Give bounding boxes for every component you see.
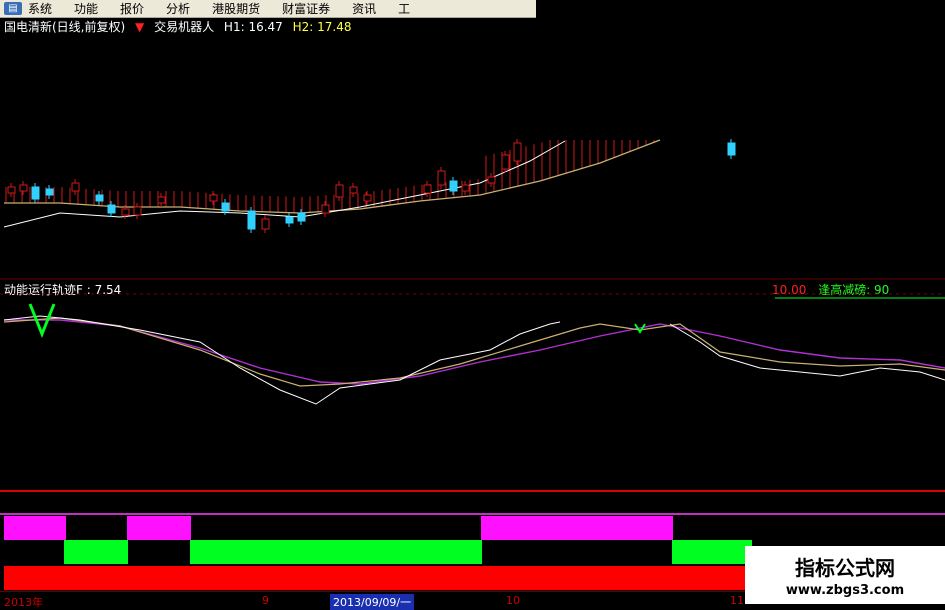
- stock-title[interactable]: 国电清新(日线,前复权): [4, 20, 125, 34]
- candle-body: [335, 184, 344, 198]
- menu-item-news[interactable]: 资讯: [352, 0, 376, 17]
- indicator-line-purple: [4, 319, 945, 385]
- candle-body: [107, 204, 116, 214]
- signal-bar-green-1: [64, 540, 128, 564]
- candle-body: [321, 204, 330, 214]
- axis-label-9: 9: [262, 594, 269, 607]
- indicator-line-white: [3, 315, 561, 405]
- candle-body: [297, 212, 306, 222]
- candlestick-chart[interactable]: [0, 35, 945, 280]
- candle-body: [461, 184, 470, 192]
- chart-info-line: 国电清新(日线,前复权) ▼ 交易机器人 H1: 16.47 H2: 17.48: [4, 18, 358, 34]
- candle-body: [423, 184, 432, 194]
- candle-body: [221, 202, 230, 212]
- candle-body: [133, 206, 142, 216]
- price-trend-line: [3, 140, 566, 228]
- indicator-chart[interactable]: [0, 280, 945, 490]
- indicator-line-yellow: [3, 317, 945, 387]
- axis-label-11: 11: [730, 594, 744, 607]
- candle-body: [487, 176, 496, 184]
- signal-bar-green-3: [672, 540, 752, 564]
- menu-item-function[interactable]: 功能: [74, 0, 98, 17]
- candle-body: [71, 182, 80, 192]
- candle-body: [19, 184, 28, 192]
- candle-body: [157, 196, 166, 204]
- candle-body: [95, 194, 104, 202]
- menu-item-system[interactable]: 系统: [28, 0, 52, 17]
- candle-body: [121, 208, 130, 216]
- candle-body: [449, 180, 458, 192]
- indicator-line-white-2: [669, 323, 945, 381]
- signal-bar-green-2: [190, 540, 482, 564]
- candle-body: [31, 186, 40, 200]
- menu-item-hk-futures[interactable]: 港股期货: [212, 0, 260, 17]
- signal-bar-pink-1: [4, 516, 66, 540]
- axis-label-year: 2013年: [4, 596, 43, 609]
- axis-label-cursor-date: 2013/09/09/一: [330, 594, 415, 610]
- menu-item-quote[interactable]: 报价: [120, 0, 144, 17]
- candle-body: [437, 170, 446, 186]
- signal-line-magenta: [0, 513, 945, 515]
- axis-label-10: 10: [506, 594, 520, 607]
- candle-body: [247, 210, 256, 230]
- candle-body: [285, 216, 294, 224]
- h2-value: H2: 17.48: [292, 20, 352, 34]
- watermark-title: 指标公式网: [795, 556, 895, 580]
- candle-body: [7, 186, 16, 194]
- menu-item-tools[interactable]: 工: [398, 0, 410, 17]
- menu-item-analysis[interactable]: 分析: [166, 0, 190, 17]
- watermark-url: www.zbgs3.com: [785, 583, 905, 598]
- signal-bar-pink-3: [481, 516, 673, 540]
- robot-arrow-icon: ▼: [135, 20, 145, 34]
- signal-bar-pink-2: [127, 516, 191, 540]
- candle-body: [45, 188, 54, 196]
- app-logo-icon[interactable]: ▤: [4, 2, 22, 15]
- menu-item-securities[interactable]: 财富证券: [282, 0, 330, 17]
- candle-body: [261, 218, 270, 230]
- signal-line-red: [0, 490, 945, 492]
- candle-body: [501, 154, 510, 170]
- candle-body: [349, 186, 358, 194]
- candle-body: [513, 142, 522, 162]
- watermark: 指标公式网 www.zbgs3.com: [745, 546, 945, 604]
- h1-value: H1: 16.47: [223, 20, 283, 34]
- candle-body: [727, 142, 736, 156]
- signal-bar-red: [4, 566, 752, 590]
- candle-body: [209, 194, 218, 202]
- candle-body: [363, 194, 372, 202]
- menu-bar: ▤ 系统 功能 报价 分析 港股期货 财富证券 资讯 工: [0, 0, 536, 18]
- indicator-name[interactable]: 交易机器人: [154, 20, 214, 34]
